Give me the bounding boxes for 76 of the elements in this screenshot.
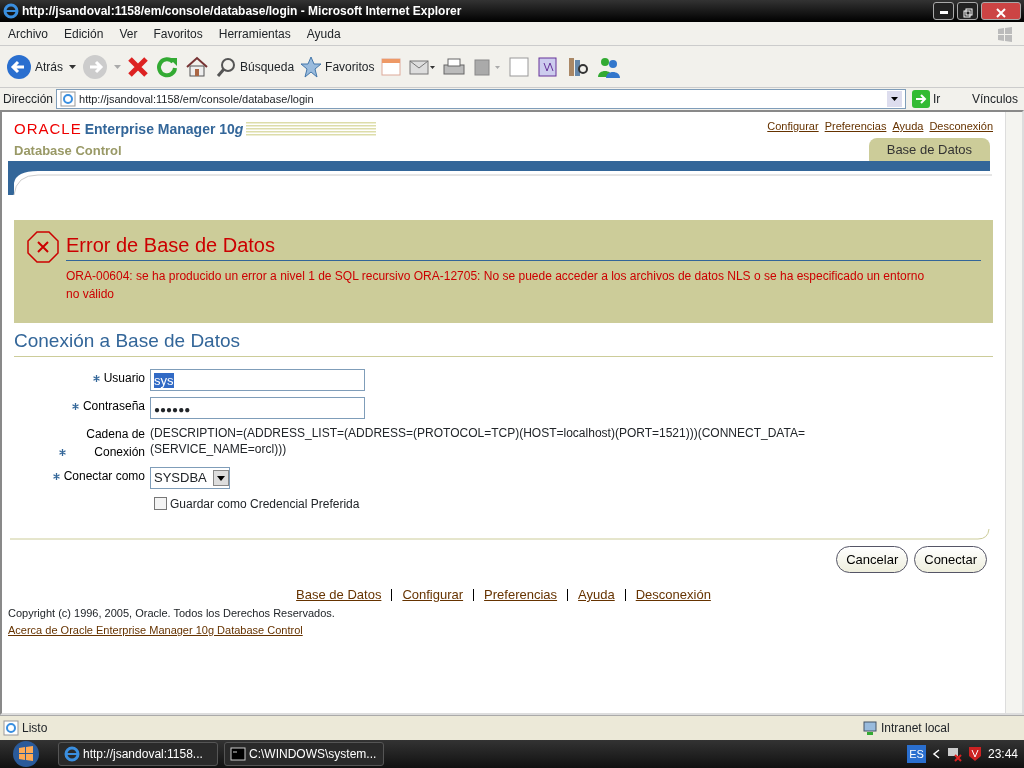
action-button[interactable]: Conectar <box>914 545 987 573</box>
scrollbar[interactable] <box>1005 112 1022 713</box>
close-icon <box>996 7 1006 18</box>
text-field[interactable]: sys <box>150 368 365 391</box>
field-label: Contraseña <box>82 398 145 413</box>
close-button[interactable] <box>981 2 1021 20</box>
menu-item[interactable]: Edición <box>56 24 112 43</box>
taskbar-button[interactable]: http://jsandoval:1158... <box>58 742 218 766</box>
striped-bar-icon <box>246 122 377 137</box>
minimize-button[interactable] <box>933 2 954 20</box>
checkbox[interactable] <box>154 497 167 510</box>
restore-button[interactable] <box>957 2 978 20</box>
error-title: Error de Base de Datos <box>66 230 981 261</box>
go-button[interactable]: Ir <box>912 90 941 108</box>
action-button[interactable]: Cancelar <box>836 545 909 573</box>
dropdown-caret-icon[interactable] <box>69 64 76 69</box>
ie-logo-icon <box>64 746 80 762</box>
copyright-text: Copyright (c) 1996, 2005, Oracle. Todos los Derechos Reservados. <box>8 605 336 621</box>
checkbox-label: Guardar como Credencial Preferida <box>170 495 360 513</box>
menu-item[interactable]: Herramientas <box>210 24 299 43</box>
console-icon <box>230 747 246 761</box>
restore-icon <box>962 7 973 18</box>
windows-flag-icon <box>996 25 1014 42</box>
clock: 23:44 <box>987 746 1018 763</box>
menu-item[interactable]: Ayuda <box>298 24 349 43</box>
footer-link[interactable]: Configurar <box>402 585 464 605</box>
refresh-icon[interactable] <box>155 54 179 79</box>
password-field[interactable]: ●●●●●● <box>150 396 365 419</box>
product-subtitle: Database Control <box>14 141 123 160</box>
ie-page-icon <box>3 720 19 736</box>
links-button[interactable]: Vínculos <box>971 90 1018 108</box>
stop-icon[interactable] <box>127 55 149 78</box>
favorites-button[interactable]: Favoritos <box>300 55 375 78</box>
ie-logo-icon <box>3 3 19 19</box>
back-button[interactable]: Atrás <box>6 53 63 80</box>
header-link[interactable]: Configurar <box>767 118 819 135</box>
printer-icon[interactable] <box>442 55 467 78</box>
shield-icon[interactable] <box>967 746 982 762</box>
search-button[interactable]: Búsqueda <box>215 55 295 78</box>
star-icon <box>300 55 323 78</box>
magnifier-icon <box>215 55 237 78</box>
connect-string: (DESCRIPTION=(ADDRESS_LIST=(ADDRESS=(PROTOCOL=TCP)(HOST=localhost)(PORT=1521)))(CONNECT_DATA=(SERVICE_NAME=orcl))) <box>150 424 806 457</box>
home-icon[interactable] <box>185 54 209 79</box>
footer-link[interactable]: Base de Datos <box>296 585 382 605</box>
chevron-icon[interactable] <box>931 749 940 759</box>
network-computer-icon <box>862 720 878 736</box>
product-name: Enterprise Manager 10g <box>84 119 244 139</box>
taskbar-button[interactable]: C:\WINDOWS\system... <box>224 742 384 766</box>
section-title: Conexión a Base de Datos <box>14 327 993 357</box>
field-label: Usuario <box>103 370 145 385</box>
role-dropdown[interactable]: SYSDBA <box>150 466 230 489</box>
header-link[interactable]: Preferencias <box>824 118 887 135</box>
address-label: Dirección <box>3 91 53 108</box>
about-link[interactable]: Acerca de Oracle Enterprise Manager 10g Database Control <box>8 624 303 636</box>
error-octagon-icon <box>26 230 60 264</box>
network-icon[interactable] <box>945 746 962 762</box>
tab[interactable]: Base de Datos <box>868 137 990 161</box>
address-field[interactable]: http://jsandoval:1158/em/console/database/login <box>56 89 906 109</box>
security-zone: Intranet local <box>881 720 951 737</box>
field-label: Cadena de Conexión <box>85 425 145 461</box>
field-label: Conectar como <box>63 468 145 483</box>
language-indicator[interactable]: ES <box>907 744 926 764</box>
status-text: Listo <box>22 720 49 737</box>
footer-link[interactable]: Preferencias <box>484 585 558 605</box>
footer-link[interactable]: Ayuda <box>578 585 615 605</box>
header-link[interactable]: Desconexión <box>929 118 993 135</box>
header-link[interactable]: Ayuda <box>892 118 924 135</box>
menu-item[interactable]: Favoritos <box>145 24 211 43</box>
window-title: http://jsandoval:1158/em/console/database/login - Microsoft Internet Explorer <box>22 3 463 20</box>
menu-item[interactable]: Ver <box>111 24 146 43</box>
minimize-icon <box>939 11 948 15</box>
footer-link[interactable]: Desconexión <box>635 585 711 605</box>
oracle-logo: ORACLE <box>14 119 82 139</box>
error-message: ORA-00604: se ha producido un error a nivel 1 de SQL recursivo ORA-12705: No se puede acceder a los archivos de datos NLS o se ha especificado un entorno no válido <box>66 268 926 303</box>
menu-item[interactable]: Archivo <box>0 24 56 43</box>
ie-page-icon <box>60 91 76 107</box>
